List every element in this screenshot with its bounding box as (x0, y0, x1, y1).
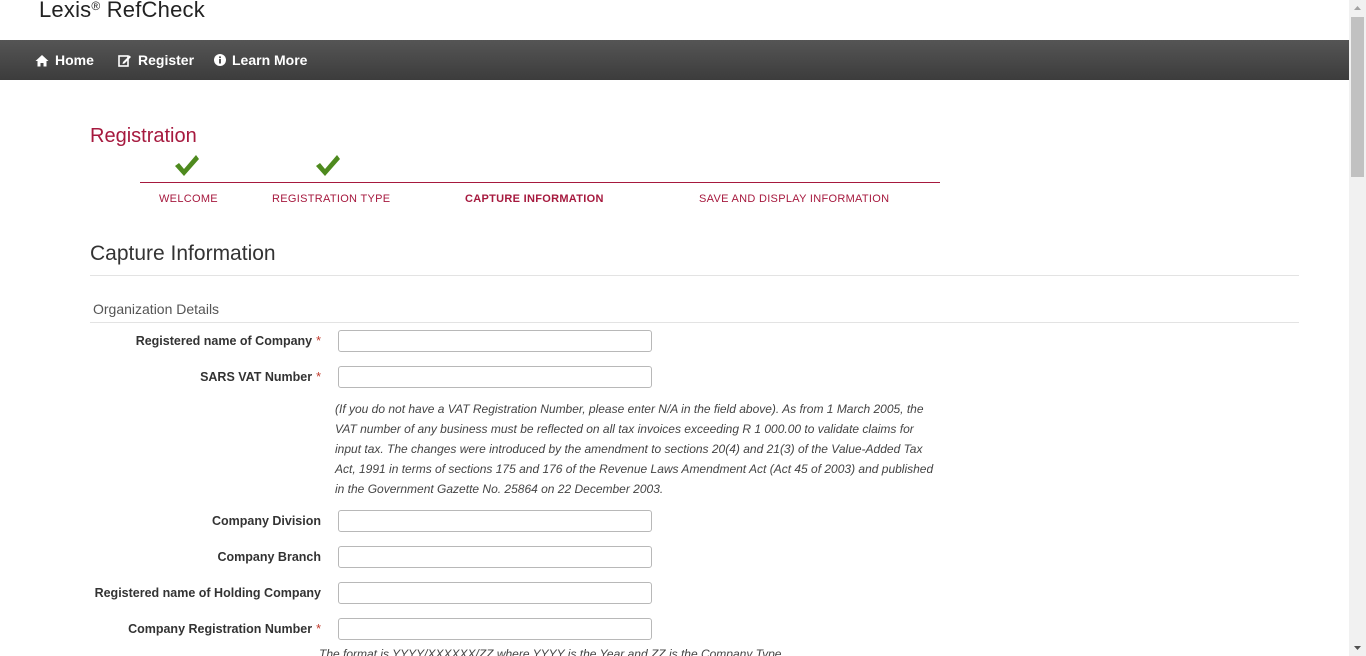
sars-vat-number-label-text: SARS VAT Number (200, 370, 313, 384)
page-scrollbar[interactable] (1349, 0, 1366, 656)
step-capture-information: CAPTURE INFORMATION (465, 193, 604, 205)
company-division-input[interactable] (338, 510, 652, 532)
nav-learn-more-label: Learn More (232, 52, 308, 68)
logo-main: Lexis (39, 0, 92, 22)
section-divider (90, 275, 1299, 276)
organization-details-heading: Organization Details (93, 301, 220, 317)
company-registration-number-input[interactable] (338, 618, 652, 640)
nav-learn-more[interactable]: Learn More (214, 40, 307, 80)
registered-company-name-label: Registered name of Company * (136, 334, 321, 348)
required-marker: * (316, 370, 321, 384)
logo-registered-mark: ® (91, 0, 101, 13)
scroll-thumb[interactable] (1351, 17, 1364, 177)
holding-company-name-input[interactable] (338, 582, 652, 604)
home-icon (35, 54, 49, 66)
capture-information-heading: Capture Information (90, 242, 276, 265)
step-registration-type-check-icon (316, 155, 340, 176)
vat-number-help-text: (If you do not have a VAT Registration N… (335, 402, 934, 496)
required-marker: * (316, 334, 321, 348)
registration-number-format-note: The format is YYYY/XXXXXX/ZZ where YYYY … (319, 647, 782, 656)
step-welcome: WELCOME (159, 193, 218, 205)
registered-company-name-input[interactable] (338, 330, 652, 352)
logo-product: RefCheck (100, 0, 205, 22)
info-icon (214, 54, 226, 66)
sars-vat-number-input[interactable] (338, 366, 652, 388)
nav-register[interactable]: Register (118, 40, 194, 80)
nav-home-label: Home (55, 52, 94, 68)
required-marker: * (316, 622, 321, 636)
subsection-divider (90, 322, 1299, 323)
scroll-up-arrow-icon[interactable] (1349, 0, 1366, 17)
registration-title: Registration (90, 125, 197, 147)
company-division-label: Company Division (211, 514, 321, 528)
edit-icon (118, 54, 131, 67)
top-navbar: Home Register Learn More (0, 40, 1349, 80)
step-registration-type: REGISTRATION TYPE (272, 193, 391, 205)
lexis-refcheck-logo: Lexis® RefCheck (39, 0, 205, 23)
company-registration-number-label: Company Registration Number * (128, 622, 321, 636)
step-welcome-check-icon (175, 155, 199, 176)
scroll-down-arrow-icon[interactable] (1349, 639, 1366, 656)
step-save-and-display-information: SAVE AND DISPLAY INFORMATION (699, 193, 890, 205)
holding-company-name-label: Registered name of Holding Company (94, 586, 321, 600)
nav-register-label: Register (138, 52, 195, 68)
sars-vat-number-label: SARS VAT Number * (200, 370, 321, 384)
nav-home[interactable]: Home (35, 40, 94, 80)
registered-company-name-label-text: Registered name of Company (135, 334, 313, 348)
company-branch-input[interactable] (338, 546, 652, 568)
wizard-progress-line (140, 182, 940, 183)
company-branch-label: Company Branch (217, 550, 322, 564)
company-registration-number-label-text: Company Registration Number (128, 622, 313, 636)
